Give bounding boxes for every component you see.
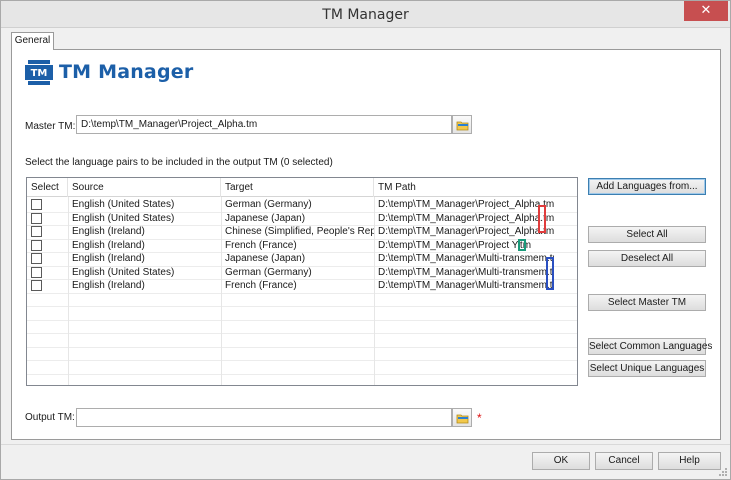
source-cell: English (United States) — [72, 199, 175, 210]
column-target[interactable]: Target — [221, 178, 374, 197]
tab-general[interactable]: General — [11, 32, 54, 50]
output-tm-browse-button[interactable] — [452, 408, 472, 427]
window-title: TM Manager — [322, 7, 409, 23]
select-unique-languages-button[interactable]: Select Unique Languages — [588, 360, 706, 377]
footer-divider — [1, 444, 730, 445]
column-tm-path[interactable]: TM Path — [374, 178, 577, 197]
column-select[interactable]: Select — [27, 178, 68, 197]
logo-badge-text: TM — [31, 68, 48, 79]
source-cell: English (Ireland) — [72, 253, 145, 264]
table-row[interactable]: English (United States) Japanese (Japan) D… — [27, 212, 577, 226]
annotation-teal-mark — [518, 239, 526, 251]
column-divider — [68, 197, 69, 385]
column-divider — [221, 197, 222, 385]
ok-button[interactable]: OK — [532, 452, 590, 470]
row-divider — [27, 346, 577, 348]
master-tm-browse-button[interactable] — [452, 115, 472, 134]
target-cell: French (France) — [225, 239, 297, 251]
tm-path-cell: D:\temp\TM_Manager\Multi-transmem.tm — [378, 253, 554, 264]
close-icon: ✕ — [700, 3, 712, 18]
row-divider — [27, 373, 577, 375]
tm-path-cell: D:\temp\TM_Manager\Project_Alpha.tm — [378, 199, 554, 210]
help-button[interactable]: Help — [658, 452, 721, 470]
row-select-checkbox[interactable] — [31, 212, 42, 224]
row-select-checkbox[interactable] — [31, 239, 42, 251]
select-all-button[interactable]: Select All — [588, 226, 706, 243]
row-divider — [27, 292, 577, 294]
row-divider — [27, 306, 577, 307]
row-divider — [27, 333, 577, 334]
source-cell: English (United States) — [72, 266, 175, 278]
source-cell: English (Ireland) — [72, 239, 145, 251]
output-tm-label: Output TM: — [25, 412, 75, 423]
select-common-languages-button[interactable]: Select Common Languages — [588, 338, 712, 355]
column-source[interactable]: Source — [68, 178, 221, 197]
master-tm-field[interactable]: D:\temp\TM_Manager\Project_Alpha.tm — [76, 115, 452, 134]
table-row[interactable]: English (Ireland) Chinese (Simplified, Pe… — [27, 225, 577, 239]
instruction-text: Select the language pairs to be included… — [25, 157, 333, 168]
target-cell: Japanese (Japan) — [225, 212, 306, 224]
annotation-blue-mark — [546, 257, 554, 290]
add-languages-button[interactable]: Add Languages from... — [588, 178, 706, 195]
folder-browse-icon — [456, 121, 469, 131]
deselect-all-button[interactable]: Deselect All — [588, 250, 706, 267]
tm-logo-icon: TM — [25, 60, 53, 85]
tm-path-cell: D:\temp\TM_Manager\Project Y.tm — [378, 239, 532, 251]
table-row[interactable]: English (Ireland) French (France) D:\temp\… — [27, 279, 577, 293]
row-select-checkbox[interactable] — [31, 280, 42, 291]
column-divider — [374, 197, 375, 385]
row-divider — [27, 360, 577, 361]
title-bar[interactable]: TM Manager ✕ — [1, 1, 730, 28]
row-divider — [27, 319, 577, 321]
target-cell: Japanese (Japan) — [225, 253, 306, 264]
folder-browse-icon — [456, 414, 469, 424]
master-tm-label: Master TM: — [25, 121, 76, 132]
tm-manager-window: TM Manager ✕ General TM TM Manager Maste… — [0, 0, 731, 480]
table-row[interactable]: English (Ireland) Japanese (Japan) D:\temp… — [27, 252, 577, 266]
row-select-checkbox[interactable] — [31, 266, 42, 278]
annotation-red-mark — [538, 205, 546, 233]
row-select-checkbox[interactable] — [31, 199, 42, 210]
tm-path-cell: D:\temp\TM_Manager\Project_Alpha.tm — [378, 212, 554, 224]
table-row[interactable]: English (Ireland) French (France) D:\temp\… — [27, 239, 577, 253]
required-asterisk: * — [477, 411, 482, 425]
row-select-checkbox[interactable] — [31, 226, 42, 237]
general-panel: TM TM Manager Master TM: D:\temp\TM_Mana… — [11, 49, 721, 440]
row-select-checkbox[interactable] — [31, 253, 42, 264]
grid-header: Select Source Target TM Path — [27, 178, 577, 197]
cancel-button[interactable]: Cancel — [595, 452, 653, 470]
target-cell: German (Germany) — [225, 266, 312, 278]
app-title: TM Manager — [59, 61, 194, 83]
tm-path-cell: D:\temp\TM_Manager\Project_Alpha.tm — [378, 226, 554, 237]
tm-path-cell: D:\temp\TM_Manager\Multi-transmem.tm — [378, 266, 554, 278]
table-row[interactable]: English (United States) German (Germany) D… — [27, 266, 577, 280]
target-cell: German (Germany) — [225, 199, 312, 210]
source-cell: English (United States) — [72, 212, 175, 224]
output-tm-field[interactable] — [76, 408, 452, 427]
source-cell: English (Ireland) — [72, 226, 145, 237]
close-button[interactable]: ✕ — [684, 1, 728, 21]
tm-path-cell: D:\temp\TM_Manager\Multi-transmem.tm — [378, 280, 554, 291]
table-row[interactable]: English (United States) German (Germany) D… — [27, 198, 577, 212]
resize-grip-icon[interactable] — [718, 467, 728, 477]
language-pairs-grid[interactable]: Select Source Target TM Path English (Un… — [26, 177, 578, 386]
select-master-tm-button[interactable]: Select Master TM — [588, 294, 706, 311]
target-cell: Chinese (Simplified, People's Repu... — [225, 226, 374, 237]
target-cell: French (France) — [225, 280, 297, 291]
source-cell: English (Ireland) — [72, 280, 145, 291]
